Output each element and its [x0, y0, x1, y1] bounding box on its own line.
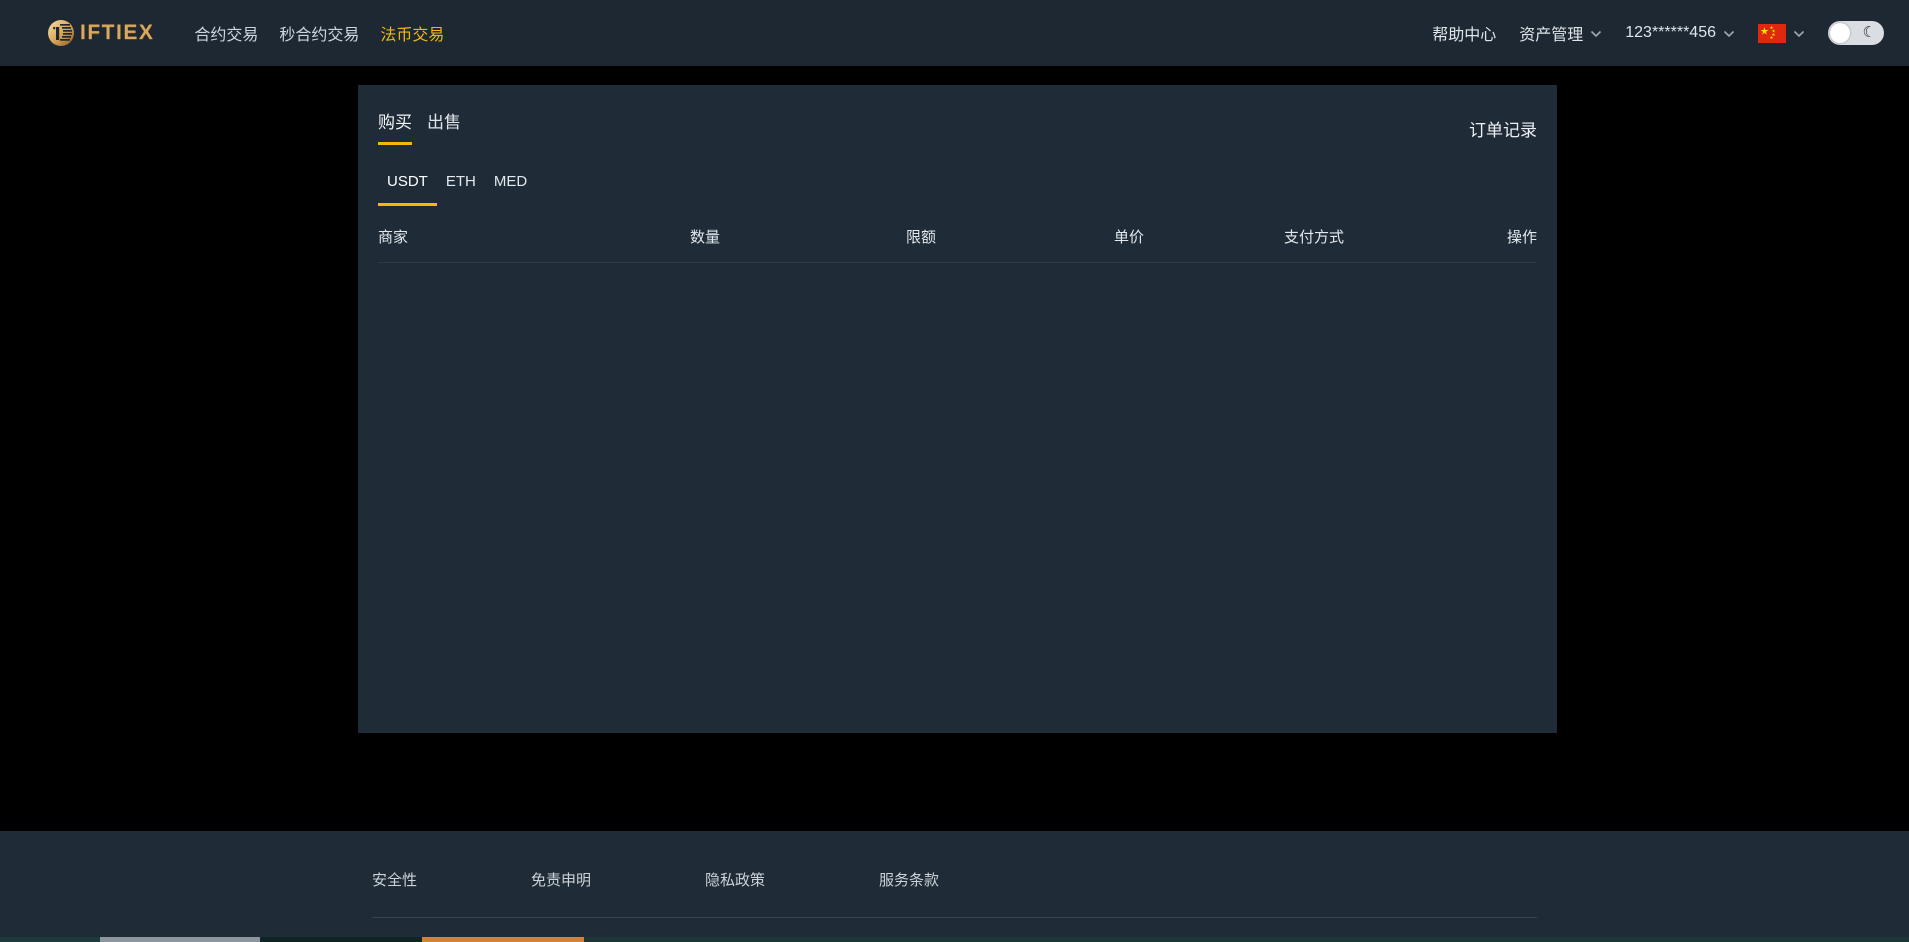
order-records-link[interactable]: 订单记录 — [1469, 108, 1537, 141]
svg-text:★: ★ — [1760, 26, 1769, 37]
footer-link-terms-of-service[interactable]: 服务条款 — [879, 869, 939, 890]
language-selector[interactable]: ★ ★ ★ ★ ★ — [1758, 24, 1805, 43]
currency-tabs: USDT ETH MED — [378, 173, 1537, 206]
footer-link-privacy-policy[interactable]: 隐私政策 — [705, 869, 765, 890]
toggle-knob — [1830, 23, 1850, 43]
bottom-strip — [0, 937, 1909, 942]
footer-link-security[interactable]: 安全性 — [372, 869, 417, 890]
trade-tabs: 购买 出售 — [378, 108, 461, 145]
china-flag-icon: ★ ★ ★ ★ ★ — [1758, 24, 1786, 43]
theme-toggle[interactable]: ☾ — [1828, 21, 1884, 45]
currency-tab-med[interactable]: MED — [485, 173, 536, 206]
top-navbar: IFTIEX 合约交易 秒合约交易 法币交易 帮助中心 资产管理 123****… — [0, 0, 1909, 66]
svg-text:★: ★ — [1770, 35, 1774, 40]
bottom-strip-segment — [260, 937, 422, 942]
asset-management-menu[interactable]: 资产管理 — [1519, 21, 1602, 45]
footer-link-disclaimer[interactable]: 免责申明 — [531, 869, 591, 890]
account-menu[interactable]: 123******456 — [1625, 24, 1735, 42]
nav-item-contract-trading[interactable]: 合约交易 — [194, 21, 258, 45]
column-payment-method: 支付方式 — [1284, 226, 1507, 247]
currency-tab-usdt[interactable]: USDT — [378, 173, 437, 206]
bottom-partial-element[interactable] — [422, 937, 584, 942]
main-content: 购买 出售 订单记录 USDT ETH MED 商家 数量 限额 单价 支付方式… — [0, 66, 1909, 782]
bottom-strip-segment — [584, 937, 1909, 942]
page-footer: 安全性 免责申明 隐私政策 服务条款 © 2018-2020 IFTIEX Al… — [0, 831, 1909, 942]
logo[interactable]: IFTIEX — [47, 19, 154, 47]
footer-divider — [372, 917, 1537, 918]
column-action: 操作 — [1507, 226, 1537, 247]
chevron-down-icon — [1793, 30, 1805, 38]
tab-sell[interactable]: 出售 — [427, 108, 461, 145]
scrollbar-thumb[interactable] — [100, 937, 260, 942]
column-unit-price: 单价 — [1114, 226, 1284, 247]
fiat-trading-panel: 购买 出售 订单记录 USDT ETH MED 商家 数量 限额 单价 支付方式… — [358, 85, 1557, 733]
logo-coin-icon — [47, 19, 75, 47]
help-center-link[interactable]: 帮助中心 — [1432, 21, 1496, 45]
currency-tab-eth[interactable]: ETH — [437, 173, 485, 206]
column-limit: 限额 — [906, 226, 1114, 247]
main-nav-links: 合约交易 秒合约交易 法币交易 — [194, 21, 444, 45]
column-merchant: 商家 — [378, 226, 690, 247]
order-table-body — [378, 263, 1537, 733]
nav-item-second-contract-trading[interactable]: 秒合约交易 — [279, 21, 359, 45]
nav-item-fiat-trading[interactable]: 法币交易 — [380, 21, 444, 45]
logo-text: IFTIEX — [80, 21, 154, 45]
footer-links: 安全性 免责申明 隐私政策 服务条款 — [372, 831, 1537, 890]
order-table-header: 商家 数量 限额 单价 支付方式 操作 — [378, 206, 1537, 263]
account-label: 123******456 — [1625, 24, 1716, 42]
chevron-down-icon — [1723, 30, 1735, 38]
tab-buy[interactable]: 购买 — [378, 108, 412, 145]
column-quantity: 数量 — [690, 226, 906, 247]
asset-management-label: 资产管理 — [1519, 21, 1583, 45]
bottom-strip-segment — [0, 937, 100, 942]
moon-icon: ☾ — [1863, 23, 1876, 43]
chevron-down-icon — [1590, 30, 1602, 38]
